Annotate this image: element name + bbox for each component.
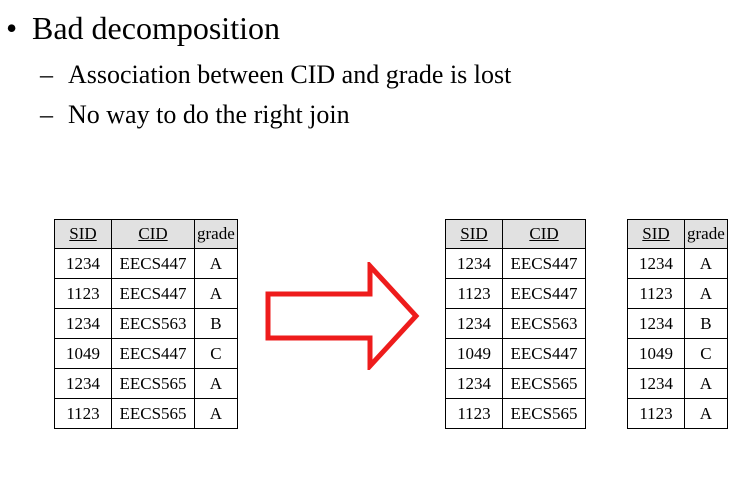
table-row: 1049 C xyxy=(627,338,728,369)
cell-grade: A xyxy=(194,368,238,399)
header-grade: grade xyxy=(684,219,728,249)
table-row: 1123 EECS565 A xyxy=(54,398,238,429)
main-bullet: • Bad decomposition xyxy=(6,12,280,44)
cell-cid: EECS565 xyxy=(502,398,586,429)
table-header-row: SID CID xyxy=(445,219,586,249)
right-arrow-outline-icon xyxy=(265,262,420,370)
cell-sid: 1234 xyxy=(445,308,503,339)
table-row: 1123 EECS447 xyxy=(445,278,586,309)
table-row: 1049 EECS447 xyxy=(445,338,586,369)
table-row: 1234 A xyxy=(627,248,728,279)
table-header-row: SID CID grade xyxy=(54,219,238,249)
cell-cid: EECS447 xyxy=(111,338,195,369)
cell-cid: EECS447 xyxy=(111,278,195,309)
cell-sid: 1234 xyxy=(445,368,503,399)
table-row: 1234 EECS563 B xyxy=(54,308,238,339)
arrow-shape xyxy=(265,262,420,370)
cell-sid: 1049 xyxy=(445,338,503,369)
cell-sid: 1049 xyxy=(627,338,685,369)
cell-cid: EECS563 xyxy=(502,308,586,339)
cell-grade: A xyxy=(194,278,238,309)
cell-sid: 1234 xyxy=(445,248,503,279)
table-row: 1123 A xyxy=(627,398,728,429)
cell-sid: 1234 xyxy=(627,248,685,279)
cell-sid: 1123 xyxy=(445,278,503,309)
cell-cid: EECS447 xyxy=(502,278,586,309)
table-row: 1234 A xyxy=(627,368,728,399)
cell-cid: EECS565 xyxy=(111,398,195,429)
table-header-row: SID grade xyxy=(627,219,728,249)
cell-sid: 1234 xyxy=(627,368,685,399)
header-grade: grade xyxy=(194,219,238,249)
table-row: 1123 EECS565 xyxy=(445,398,586,429)
header-sid: SID xyxy=(445,219,503,249)
cell-cid: EECS565 xyxy=(502,368,586,399)
cell-grade: B xyxy=(194,308,238,339)
sub-bullet-1: – Association between CID and grade is lo… xyxy=(40,62,511,88)
cell-grade: A xyxy=(194,248,238,279)
cell-sid: 1123 xyxy=(54,278,112,309)
cell-sid: 1234 xyxy=(627,308,685,339)
cell-grade: A xyxy=(684,278,728,309)
decomposed-sid-grade-table: SID grade 1234 A 1123 A 1234 B 1049 C 1234 A … xyxy=(627,219,728,429)
decomposed-sid-cid-table: SID CID 1234 EECS447 1123 EECS447 1234 EECS… xyxy=(445,219,586,429)
header-cid: CID xyxy=(111,219,195,249)
table-row: 1234 EECS565 xyxy=(445,368,586,399)
cell-grade: A xyxy=(684,398,728,429)
cell-grade: B xyxy=(684,308,728,339)
cell-grade: A xyxy=(194,398,238,429)
cell-sid: 1234 xyxy=(54,308,112,339)
sub-bullet-1-text: Association between CID and grade is los… xyxy=(68,60,512,89)
table-row: 1123 EECS447 A xyxy=(54,278,238,309)
table-row: 1234 B xyxy=(627,308,728,339)
cell-cid: EECS447 xyxy=(502,248,586,279)
table-row: 1234 EECS447 A xyxy=(54,248,238,279)
cell-sid: 1049 xyxy=(54,338,112,369)
cell-cid: EECS447 xyxy=(502,338,586,369)
header-cid: CID xyxy=(502,219,586,249)
header-sid: SID xyxy=(627,219,685,249)
cell-cid: EECS563 xyxy=(111,308,195,339)
cell-grade: A xyxy=(684,248,728,279)
original-relation-table: SID CID grade 1234 EECS447 A 1123 EECS447 A … xyxy=(54,219,238,429)
cell-grade: A xyxy=(684,368,728,399)
cell-sid: 1234 xyxy=(54,248,112,279)
cell-cid: EECS447 xyxy=(111,248,195,279)
cell-grade: C xyxy=(684,338,728,369)
cell-sid: 1123 xyxy=(445,398,503,429)
cell-sid: 1123 xyxy=(54,398,112,429)
cell-sid: 1123 xyxy=(627,398,685,429)
header-sid: SID xyxy=(54,219,112,249)
dash-icon: – xyxy=(40,100,53,129)
sub-bullet-2-text: No way to do the right join xyxy=(68,100,350,129)
cell-sid: 1234 xyxy=(54,368,112,399)
table-row: 1123 A xyxy=(627,278,728,309)
cell-grade: C xyxy=(194,338,238,369)
cell-cid: EECS565 xyxy=(111,368,195,399)
table-row: 1234 EECS447 xyxy=(445,248,586,279)
table-row: 1049 EECS447 C xyxy=(54,338,238,369)
table-row: 1234 EECS565 A xyxy=(54,368,238,399)
cell-sid: 1123 xyxy=(627,278,685,309)
dash-icon: – xyxy=(40,60,53,89)
bullet-dot-icon: • xyxy=(6,10,18,46)
table-row: 1234 EECS563 xyxy=(445,308,586,339)
sub-bullet-2: – No way to do the right join xyxy=(40,102,350,128)
main-bullet-text: Bad decomposition xyxy=(32,10,280,46)
